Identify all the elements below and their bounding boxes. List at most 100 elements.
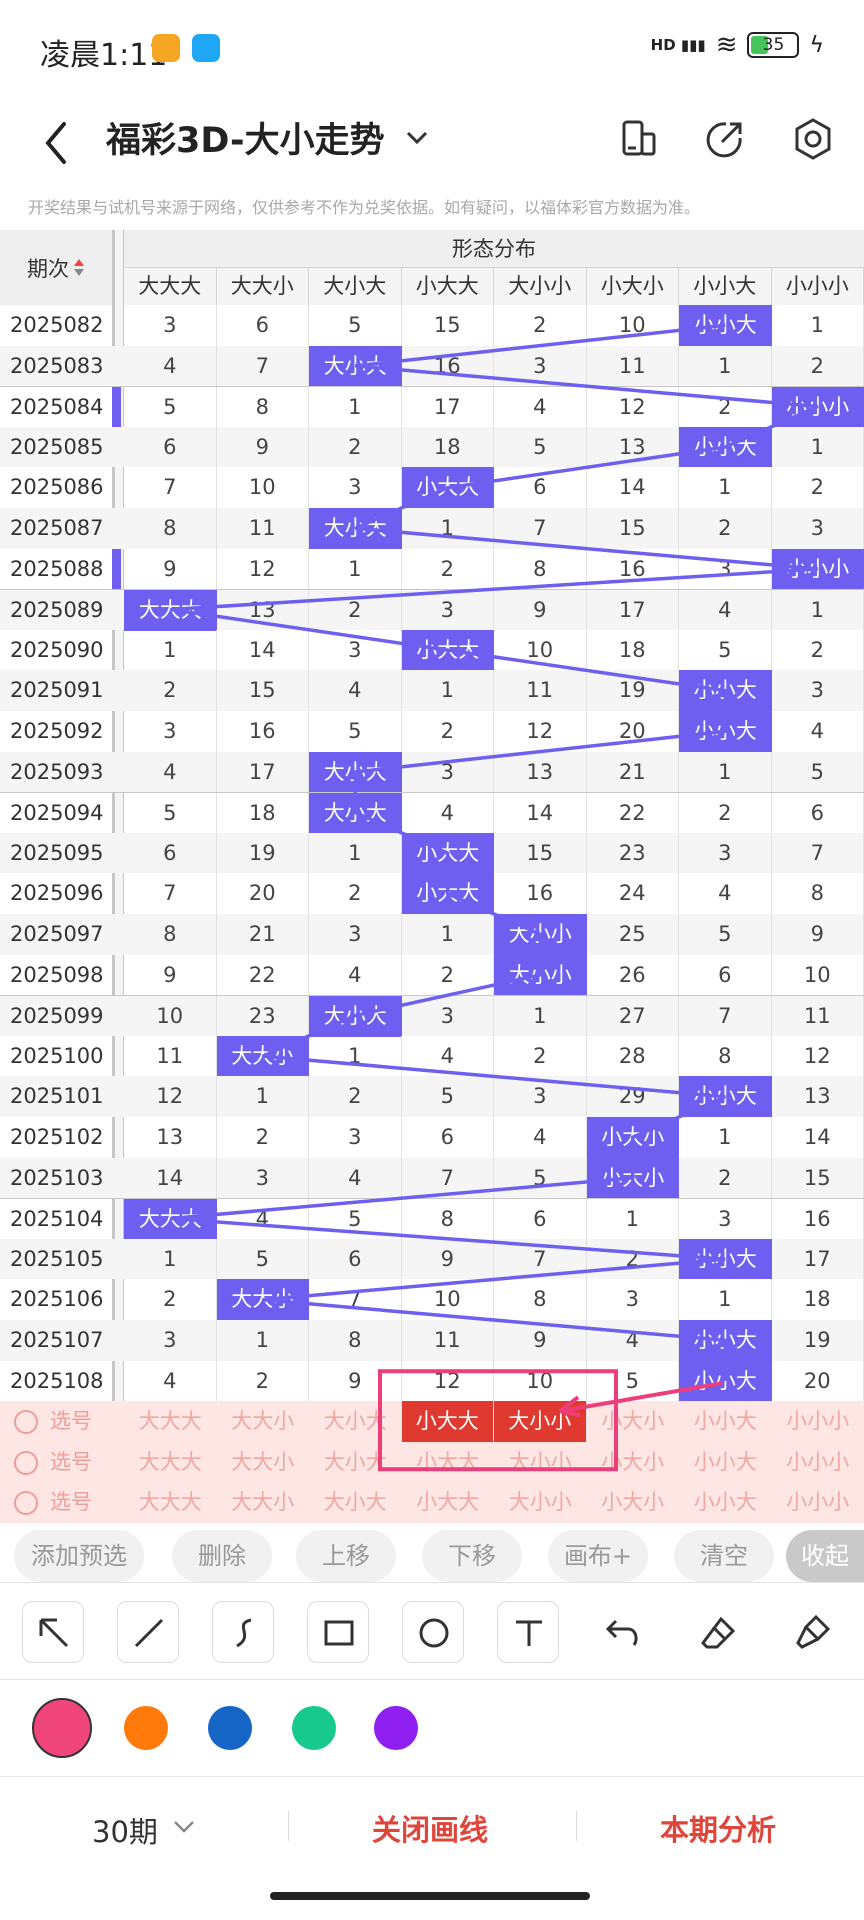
select-option[interactable]: 小大大: [402, 1482, 495, 1523]
color-swatch[interactable]: [32, 1698, 92, 1758]
miss-count-cell: 7: [772, 832, 864, 874]
text-tool[interactable]: [497, 1601, 559, 1663]
column-header: 大小大: [309, 268, 402, 305]
hit-cell: 大大小: [216, 1035, 309, 1077]
row-marker: [112, 387, 121, 428]
select-option[interactable]: 小大小: [587, 1401, 680, 1442]
select-row[interactable]: 选号 大大大 大大小 大小大 小大大 大小小 小大小 小小大 小小小: [0, 1482, 864, 1523]
color-swatch[interactable]: [374, 1706, 418, 1750]
action-button[interactable]: 添加预选: [14, 1530, 144, 1582]
miss-count-cell: 1: [679, 751, 772, 793]
miss-count-cell: 1: [217, 1076, 309, 1117]
clear-tool[interactable]: [782, 1601, 844, 1663]
line-icon: [134, 1618, 164, 1648]
select-option[interactable]: 大小大: [309, 1442, 402, 1483]
select-row[interactable]: 选号 大大大 大大小 大小大 小大大 大小小 小大小 小小大 小小小: [0, 1441, 864, 1483]
miss-count-cell: 11: [587, 345, 679, 387]
miss-count-cell: 7: [494, 1238, 587, 1280]
select-option[interactable]: 小小小: [772, 1401, 864, 1442]
select-radio-icon[interactable]: [14, 1410, 38, 1435]
period-cell: 2025088: [10, 556, 104, 581]
miss-count-cell: 17: [587, 590, 679, 631]
select-option[interactable]: 小小小: [772, 1482, 864, 1523]
action-button[interactable]: 删除: [172, 1530, 272, 1582]
select-option[interactable]: 小小大: [679, 1482, 772, 1523]
back-icon[interactable]: [36, 118, 76, 168]
select-option[interactable]: 大小大: [309, 1482, 402, 1523]
miss-count-cell: 8: [124, 508, 217, 549]
disclaimer-text: 开奖结果与试机号来源于网络，仅供参考不作为兑奖依据。如有疑问，以福体彩官方数据为…: [28, 198, 701, 217]
chevron-down-icon[interactable]: [402, 122, 432, 152]
miss-count-cell: 8: [124, 914, 217, 955]
miss-count-cell: 18: [217, 793, 309, 834]
hit-cell: 小小大: [679, 711, 772, 752]
select-row[interactable]: 选号 大大大 大大小 大小大 小大大 大小小 小大小 小小大 小小小: [0, 1401, 864, 1442]
miss-count-cell: 1: [402, 670, 494, 711]
miss-count-cell: 10: [402, 1279, 494, 1320]
select-option[interactable]: 小小大: [679, 1401, 772, 1442]
select-option[interactable]: 小小小: [772, 1442, 864, 1483]
action-button[interactable]: 收起: [786, 1530, 864, 1582]
miss-count-cell: 4: [124, 1360, 217, 1402]
column-header: 大小小: [494, 268, 587, 305]
select-option[interactable]: 大大大: [124, 1401, 217, 1442]
period-select[interactable]: 30期: [92, 1809, 158, 1851]
select-option[interactable]: 大大大: [124, 1442, 217, 1483]
select-option[interactable]: 小大小: [587, 1482, 680, 1523]
select-option[interactable]: 大大小: [217, 1482, 310, 1523]
miss-count-cell: 4: [494, 387, 587, 428]
select-option[interactable]: 小小大: [679, 1442, 772, 1483]
status-time: 凌晨1:11: [40, 38, 168, 73]
miss-count-cell: 18: [772, 1279, 864, 1320]
select-option[interactable]: 大大小: [217, 1442, 310, 1483]
miss-count-cell: 5: [309, 305, 402, 346]
page-title[interactable]: 福彩3D-大小走势: [106, 112, 385, 163]
circle-tool[interactable]: [402, 1601, 464, 1663]
arrow-tool[interactable]: [22, 1601, 84, 1663]
color-swatch[interactable]: [124, 1706, 168, 1750]
select-option[interactable]: 大大小: [217, 1401, 310, 1442]
settings-icon[interactable]: [788, 114, 838, 164]
miss-count-cell: 2: [402, 711, 494, 752]
chevron-down-icon[interactable]: [172, 1817, 196, 1837]
miss-count-cell: 4: [679, 590, 772, 631]
share-icon[interactable]: [700, 114, 750, 164]
miss-count-cell: 3: [402, 590, 494, 631]
analysis-button[interactable]: 本期分析: [660, 1807, 776, 1849]
select-radio-icon[interactable]: [14, 1491, 38, 1516]
action-button[interactable]: 上移: [296, 1530, 396, 1582]
action-button[interactable]: 清空: [674, 1530, 774, 1582]
close-drawing-button[interactable]: 关闭画线: [372, 1807, 488, 1849]
table-row: 2025089 大大大 13 2 3 9 17 4 1: [0, 589, 864, 631]
select-option[interactable]: 大小小: [494, 1482, 587, 1523]
line-tool[interactable]: [117, 1601, 179, 1663]
eraser-tool[interactable]: [687, 1601, 749, 1663]
curve-tool[interactable]: [212, 1601, 274, 1663]
miss-count-cell: 10: [217, 467, 309, 508]
select-option[interactable]: 小大小: [587, 1442, 680, 1483]
action-button[interactable]: 下移: [422, 1530, 522, 1582]
select-option[interactable]: 大小小: [494, 1442, 587, 1483]
miss-count-cell: 9: [494, 590, 587, 631]
rect-tool[interactable]: [307, 1601, 369, 1663]
select-option[interactable]: 大小大: [309, 1401, 402, 1442]
miss-count-cell: 2: [679, 387, 772, 428]
color-swatch[interactable]: [292, 1706, 336, 1750]
select-radio-icon[interactable]: [14, 1450, 38, 1475]
miss-count-cell: 7: [679, 996, 772, 1037]
select-option[interactable]: 大小小: [494, 1401, 587, 1442]
select-option[interactable]: 大大大: [124, 1482, 217, 1523]
miss-count-cell: 13: [124, 1117, 217, 1158]
miss-count-cell: 7: [309, 1279, 402, 1320]
select-option[interactable]: 小大大: [401, 1401, 494, 1442]
miss-count-cell: 2: [679, 508, 772, 549]
layout-icon[interactable]: [614, 114, 664, 164]
color-palette: [0, 1680, 864, 1776]
sort-icon[interactable]: [73, 258, 85, 278]
action-button[interactable]: 画布+: [548, 1530, 648, 1582]
undo-tool[interactable]: [592, 1601, 654, 1663]
color-swatch[interactable]: [208, 1706, 252, 1750]
period-header[interactable]: 期次: [0, 230, 112, 305]
miss-count-cell: 1: [772, 305, 864, 346]
select-option[interactable]: 小大大: [402, 1442, 495, 1483]
